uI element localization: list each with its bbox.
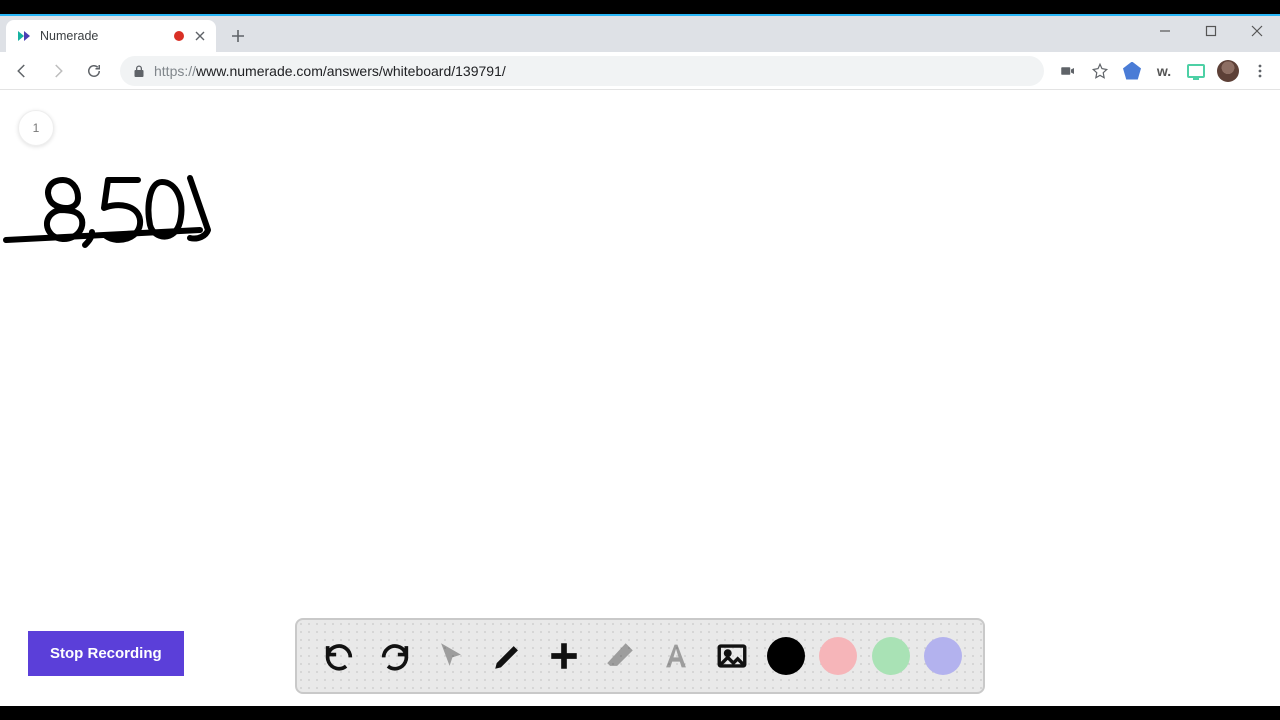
eraser-tool-button[interactable] [599,635,641,677]
undo-button[interactable] [318,635,360,677]
address-bar[interactable]: https://www.numerade.com/answers/whitebo… [120,56,1044,86]
add-button[interactable] [543,635,585,677]
forward-button[interactable] [42,55,74,87]
recording-indicator-icon [174,31,184,41]
tab-strip: Numerade [0,16,1280,52]
url-rest: www.numerade.com/answers/whiteboard/1397… [196,63,506,79]
pointer-tool-button[interactable] [430,635,472,677]
close-tab-button[interactable] [192,28,208,44]
redo-button[interactable] [374,635,416,677]
stop-recording-button[interactable]: Stop Recording [28,631,184,676]
tab-title: Numerade [40,29,166,43]
maximize-button[interactable] [1188,16,1234,46]
minimize-button[interactable] [1142,16,1188,46]
back-button[interactable] [6,55,38,87]
camera-indicator-icon[interactable] [1054,57,1082,85]
letterbox-bottom [0,706,1280,720]
page-viewport: 1 Stop Recording [0,90,1280,706]
reload-button[interactable] [78,55,110,87]
numerade-favicon-icon [16,28,32,44]
extension-icon-1[interactable] [1118,57,1146,85]
whiteboard-toolbar [295,618,985,694]
image-tool-button[interactable] [711,635,753,677]
extension-icon-2[interactable]: w. [1150,57,1178,85]
lock-icon [132,64,146,78]
url-text: https://www.numerade.com/answers/whitebo… [154,63,1032,79]
close-window-button[interactable] [1234,16,1280,46]
letterbox-top [0,0,1280,14]
color-swatch-green[interactable] [872,637,910,675]
browser-menu-button[interactable] [1246,57,1274,85]
browser-window: Numerade https://www.numerade.com/answer… [0,14,1280,706]
color-swatch-pink[interactable] [819,637,857,675]
extension-icon-3[interactable] [1182,57,1210,85]
text-tool-button[interactable] [655,635,697,677]
profile-avatar[interactable] [1214,57,1242,85]
url-scheme: https:// [154,63,196,79]
bookmark-star-icon[interactable] [1086,57,1114,85]
browser-tab[interactable]: Numerade [6,20,216,52]
color-swatch-black[interactable] [767,637,805,675]
address-bar-row: https://www.numerade.com/answers/whitebo… [0,52,1280,90]
pen-tool-button[interactable] [487,635,529,677]
new-tab-button[interactable] [224,22,252,50]
window-controls [1142,16,1280,52]
color-swatch-purple[interactable] [924,637,962,675]
whiteboard-canvas[interactable] [0,90,1280,706]
